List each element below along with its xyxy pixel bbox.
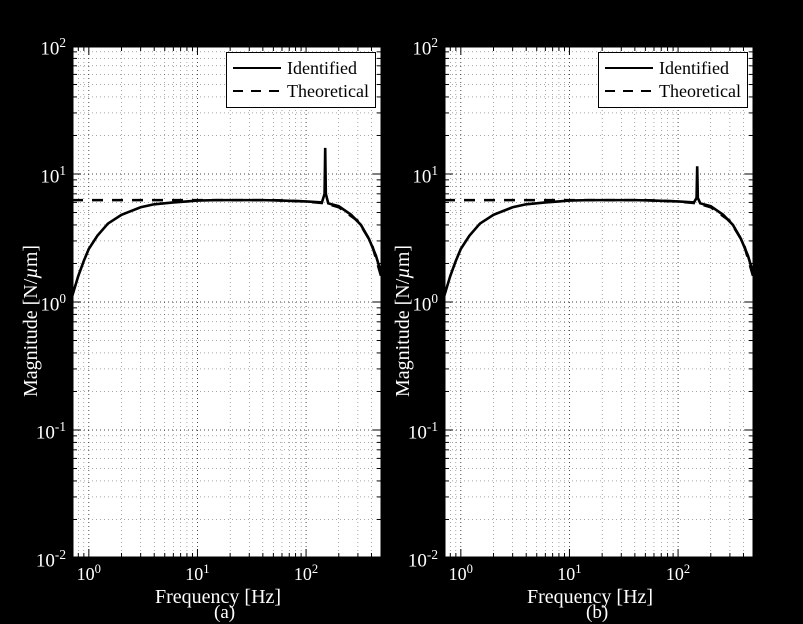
- legend-swatch-solid: [233, 67, 281, 69]
- chart-panel-right: IdentifiedTheoretical: [444, 46, 754, 558]
- legend-label: Identified: [287, 57, 357, 80]
- y-tick-label: 102: [16, 35, 66, 60]
- y-axis-label: Magnitude [N/µm]: [392, 245, 415, 397]
- legend-swatch-dash: [233, 90, 281, 93]
- x-tick-label: 100: [67, 562, 111, 585]
- legend-item-identified: Identified: [233, 57, 369, 80]
- legend: IdentifiedTheoretical: [226, 52, 376, 108]
- legend-swatch-dash: [605, 90, 653, 93]
- y-tick-label: 10-1: [388, 419, 438, 444]
- legend-item-theoretical: Theoretical: [233, 80, 369, 103]
- y-axis-label: Magnitude [N/µm]: [20, 245, 43, 397]
- legend: IdentifiedTheoretical: [598, 52, 748, 108]
- x-tick-label: 102: [656, 562, 700, 585]
- y-tick-label: 10-2: [388, 547, 438, 572]
- y-tick-label: 10-1: [16, 419, 66, 444]
- legend-swatch-solid: [605, 67, 653, 69]
- plot-svg: [444, 46, 754, 558]
- y-tick-label: 101: [388, 163, 438, 188]
- plot-svg: [72, 46, 382, 558]
- y-tick-label: 102: [388, 35, 438, 60]
- subplot-label-a: (a): [214, 602, 235, 624]
- x-tick-label: 101: [175, 562, 219, 585]
- legend-label: Identified: [659, 57, 729, 80]
- legend-item-theoretical: Theoretical: [605, 80, 741, 103]
- chart-panel-left: IdentifiedTheoretical: [72, 46, 382, 558]
- legend-item-identified: Identified: [605, 57, 741, 80]
- legend-label: Theoretical: [659, 80, 741, 103]
- subplot-label-b: (b): [586, 602, 608, 624]
- legend-label: Theoretical: [287, 80, 369, 103]
- y-tick-label: 101: [16, 163, 66, 188]
- y-tick-label: 10-2: [16, 547, 66, 572]
- x-tick-label: 100: [439, 562, 483, 585]
- x-tick-label: 101: [547, 562, 591, 585]
- x-tick-label: 102: [284, 562, 328, 585]
